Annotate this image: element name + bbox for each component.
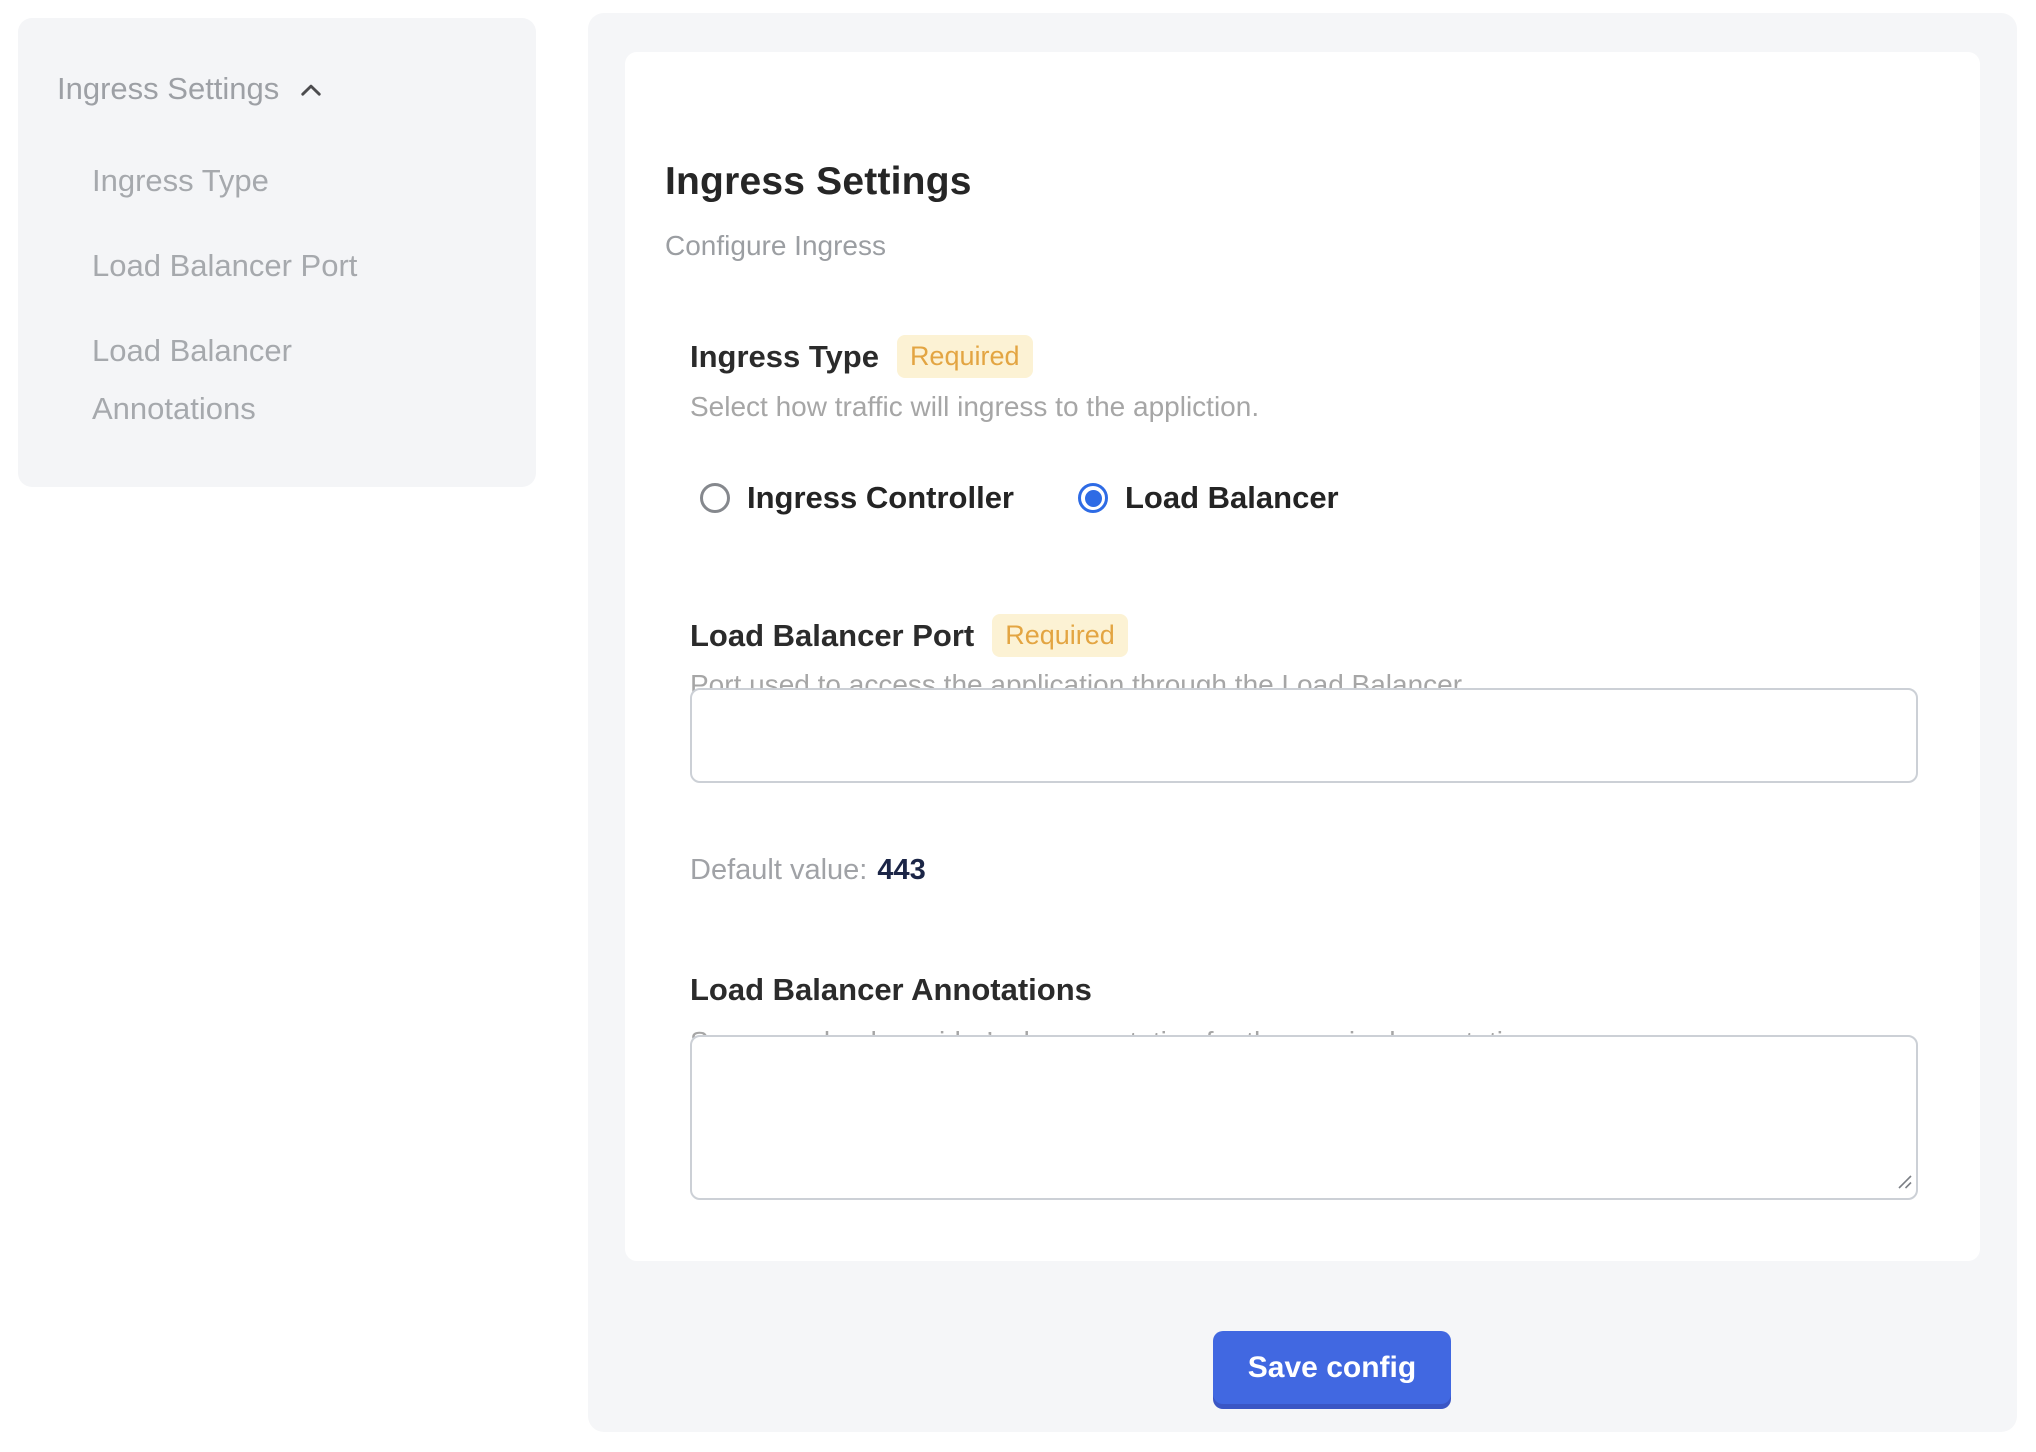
settings-sidebar: Ingress Settings Ingress Type Load Balan…: [18, 18, 536, 487]
sidebar-section-ingress-settings[interactable]: Ingress Settings: [57, 70, 329, 108]
lb-port-label-row: Load Balancer Port Required: [690, 614, 1128, 657]
main-panel: Ingress Settings Configure Ingress Ingre…: [588, 13, 2017, 1432]
lb-annotations-textarea[interactable]: [690, 1035, 1918, 1200]
lb-annotations-label-row: Load Balancer Annotations: [690, 972, 1092, 1008]
lb-port-required-badge: Required: [992, 614, 1128, 657]
ingress-type-label-row: Ingress Type Required: [690, 335, 1033, 378]
radio-label-ingress-controller: Ingress Controller: [747, 480, 1014, 516]
radio-option-ingress-controller[interactable]: Ingress Controller: [700, 480, 1014, 516]
ingress-type-label: Ingress Type: [690, 339, 879, 375]
lb-port-input[interactable]: [690, 688, 1918, 783]
sidebar-item-ingress-type[interactable]: Ingress Type: [92, 152, 422, 210]
radio-unselected-icon[interactable]: [700, 483, 730, 513]
ingress-settings-card: Ingress Settings Configure Ingress Ingre…: [625, 52, 1980, 1261]
default-value-label: Default value:: [690, 854, 867, 886]
lb-port-label: Load Balancer Port: [690, 618, 974, 654]
ingress-type-description: Select how traffic will ingress to the a…: [690, 391, 1259, 423]
lb-port-default-row: Default value: 443: [690, 854, 926, 887]
lb-annotations-textarea-wrap: [690, 1035, 1918, 1200]
radio-selected-icon[interactable]: [1078, 483, 1108, 513]
sidebar-section-label: Ingress Settings: [57, 71, 279, 107]
ingress-type-required-badge: Required: [897, 335, 1033, 378]
sidebar-item-load-balancer-port[interactable]: Load Balancer Port: [92, 237, 422, 295]
chevron-up-icon: [293, 72, 329, 108]
save-config-button[interactable]: Save config: [1213, 1331, 1451, 1404]
sidebar-nav: Ingress Type Load Balancer Port Load Bal…: [92, 152, 432, 465]
sidebar-item-load-balancer-annotations[interactable]: Load Balancer Annotations: [92, 322, 422, 438]
page-subtitle: Configure Ingress: [665, 230, 886, 262]
ingress-type-radio-group: Ingress Controller Load Balancer: [700, 480, 1339, 516]
radio-label-load-balancer: Load Balancer: [1125, 480, 1339, 516]
radio-option-load-balancer[interactable]: Load Balancer: [1078, 480, 1339, 516]
page-title: Ingress Settings: [665, 160, 972, 204]
lb-annotations-label: Load Balancer Annotations: [690, 972, 1092, 1008]
default-value-number: 443: [877, 854, 925, 886]
